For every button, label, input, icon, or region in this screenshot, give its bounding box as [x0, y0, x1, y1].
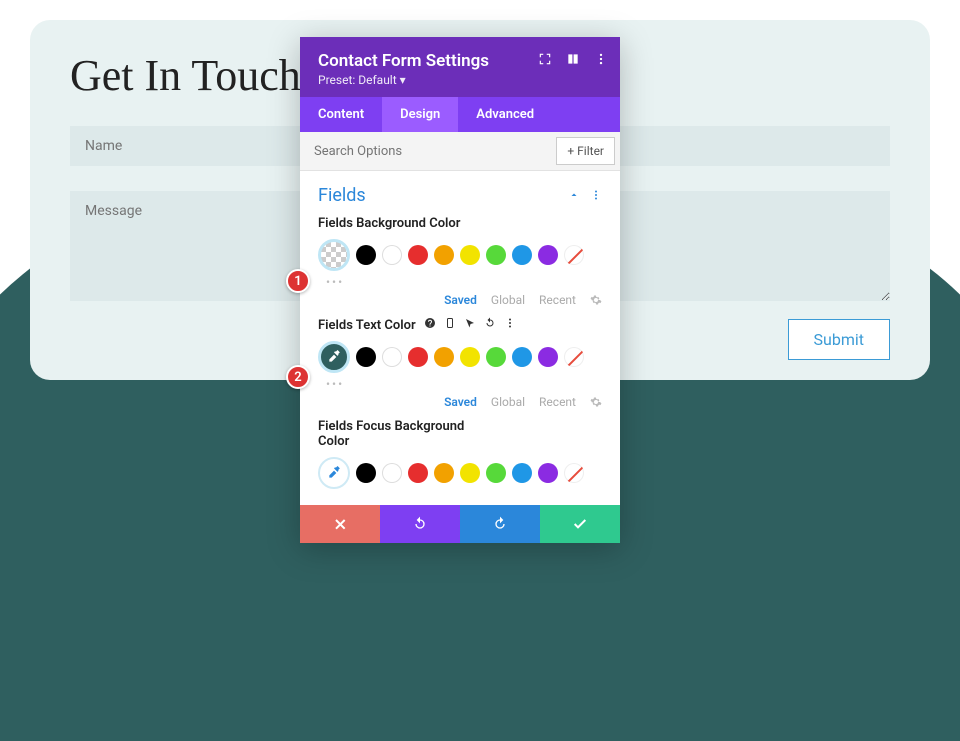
save-button[interactable]	[540, 505, 620, 543]
columns-icon[interactable]	[566, 51, 580, 70]
fields-text-color-label: Fields Text Color	[318, 317, 602, 333]
opt2-text: Fields Text Color	[318, 318, 416, 333]
fields-bg-swatches	[318, 239, 602, 271]
tabs: Content Design Advanced	[300, 97, 620, 132]
gear-icon[interactable]	[590, 294, 602, 306]
swatch-blue[interactable]	[512, 463, 532, 483]
swatch-yellow[interactable]	[460, 347, 480, 367]
more-dots[interactable]: •••	[326, 377, 602, 391]
tab-advanced[interactable]: Advanced	[458, 97, 552, 132]
swatch-none[interactable]	[564, 245, 584, 265]
panel-body: Fields Fields Background Color ••• Saved…	[300, 171, 620, 505]
swatch-none[interactable]	[564, 347, 584, 367]
swatch-blue[interactable]	[512, 245, 532, 265]
search-bar: + Filter	[300, 132, 620, 171]
panel-footer	[300, 505, 620, 543]
swatch-yellow[interactable]	[460, 463, 480, 483]
status-global[interactable]: Global	[491, 395, 525, 409]
current-swatch-transparent[interactable]	[318, 239, 350, 271]
swatch-red[interactable]	[408, 245, 428, 265]
swatch-red[interactable]	[408, 347, 428, 367]
status-saved[interactable]: Saved	[444, 395, 477, 409]
swatch-purple[interactable]	[538, 347, 558, 367]
more-dots[interactable]: •••	[326, 275, 602, 289]
device-icon[interactable]	[444, 317, 456, 333]
tab-content[interactable]: Content	[300, 97, 382, 132]
panel-header: Contact Form Settings Preset: Default ▾	[300, 37, 620, 97]
swatch-red[interactable]	[408, 463, 428, 483]
swatch-white[interactable]	[382, 245, 402, 265]
swatch-white[interactable]	[382, 463, 402, 483]
swatch-orange[interactable]	[434, 245, 454, 265]
filter-button[interactable]: + Filter	[556, 137, 615, 165]
swatch-black[interactable]	[356, 463, 376, 483]
section-title[interactable]: Fields	[318, 185, 366, 206]
search-input[interactable]	[300, 134, 551, 169]
current-swatch-empty[interactable]	[318, 457, 350, 489]
settings-panel: Contact Form Settings Preset: Default ▾ …	[300, 37, 620, 543]
swatch-purple[interactable]	[538, 245, 558, 265]
callout-badge-1: 1	[286, 269, 310, 293]
eyedropper-icon	[327, 466, 341, 480]
swatch-green[interactable]	[486, 347, 506, 367]
eyedropper-icon	[327, 350, 341, 364]
swatch-blue[interactable]	[512, 347, 532, 367]
collapse-icon[interactable]	[568, 186, 580, 205]
fields-focus-bg-label: Fields Focus Background Color	[318, 419, 488, 449]
swatch-orange[interactable]	[434, 347, 454, 367]
status-saved[interactable]: Saved	[444, 293, 477, 307]
swatch-white[interactable]	[382, 347, 402, 367]
expand-icon[interactable]	[538, 51, 552, 70]
redo-button[interactable]	[460, 505, 540, 543]
callout-badge-2: 2	[286, 365, 310, 389]
status-recent[interactable]: Recent	[539, 395, 576, 409]
swatch-green[interactable]	[486, 245, 506, 265]
swatch-yellow[interactable]	[460, 245, 480, 265]
swatch-black[interactable]	[356, 347, 376, 367]
swatch-black[interactable]	[356, 245, 376, 265]
swatch-none[interactable]	[564, 463, 584, 483]
reset-icon[interactable]	[484, 317, 496, 333]
current-swatch-teal[interactable]	[318, 341, 350, 373]
status-recent[interactable]: Recent	[539, 293, 576, 307]
gear-icon[interactable]	[590, 396, 602, 408]
undo-button[interactable]	[380, 505, 460, 543]
swatch-purple[interactable]	[538, 463, 558, 483]
section-more-icon[interactable]	[590, 186, 602, 205]
fields-bg-color-label: Fields Background Color	[318, 216, 602, 231]
more-icon[interactable]	[594, 51, 608, 70]
panel-preset[interactable]: Preset: Default ▾	[318, 73, 602, 87]
help-icon[interactable]	[424, 317, 436, 333]
status-global[interactable]: Global	[491, 293, 525, 307]
fields-focus-swatches	[318, 457, 602, 489]
swatch-orange[interactable]	[434, 463, 454, 483]
cancel-button[interactable]	[300, 505, 380, 543]
swatch-green[interactable]	[486, 463, 506, 483]
fields-text-swatches	[318, 341, 602, 373]
hover-icon[interactable]	[464, 317, 476, 333]
tab-design[interactable]: Design	[382, 97, 458, 132]
submit-button[interactable]: Submit	[788, 319, 890, 360]
opt-more-icon[interactable]	[504, 317, 516, 333]
